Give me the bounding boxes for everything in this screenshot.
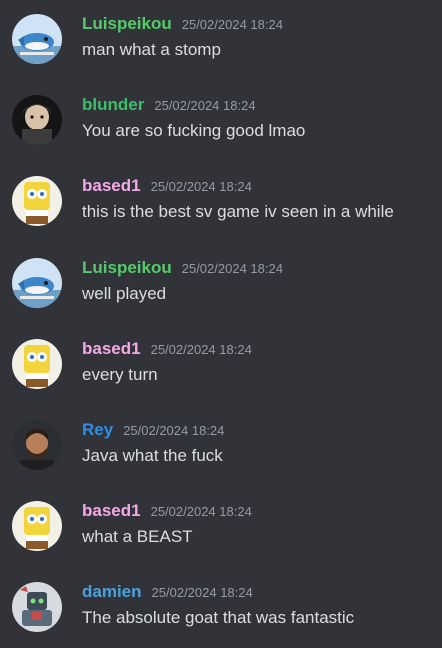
chat-message[interactable]: Luispeikou 25/02/2024 18:24 man what a s…: [0, 0, 442, 80]
message-content: every turn: [82, 365, 158, 384]
chat-message[interactable]: based1 25/02/2024 18:24 every turn: [0, 325, 442, 405]
message-content: The absolute goat that was fantastic: [82, 608, 355, 627]
man-portrait-avatar[interactable]: [12, 420, 62, 470]
chat-message[interactable]: Rey 25/02/2024 18:24 Java what the fuck: [0, 406, 442, 486]
message-content: You are so fucking good lmao: [82, 121, 306, 140]
timestamp: 25/02/2024 18:24: [154, 98, 256, 113]
username[interactable]: blunder: [82, 95, 144, 115]
timestamp: 25/02/2024 18:24: [123, 423, 225, 438]
fish-sleeping-avatar[interactable]: [12, 258, 62, 308]
username[interactable]: Luispeikou: [82, 258, 172, 278]
timestamp: 25/02/2024 18:24: [150, 179, 252, 194]
username[interactable]: damien: [82, 582, 142, 602]
timestamp: 25/02/2024 18:24: [151, 585, 253, 600]
chat-message-list: Luispeikou 25/02/2024 18:24 man what a s…: [0, 0, 442, 646]
spongebob-avatar[interactable]: [12, 176, 62, 226]
fish-sleeping-avatar[interactable]: [12, 14, 62, 64]
username[interactable]: based1: [82, 339, 141, 359]
message-content: man what a stomp: [82, 40, 221, 59]
timestamp: 25/02/2024 18:24: [150, 504, 252, 519]
username[interactable]: Rey: [82, 420, 113, 440]
chat-message[interactable]: Luispeikou 25/02/2024 18:24 well played: [0, 244, 442, 324]
message-content: well played: [82, 284, 167, 303]
chat-message[interactable]: based1 25/02/2024 18:24 this is the best…: [0, 162, 442, 242]
chat-message[interactable]: damien 25/02/2024 18:24 The absolute goa…: [0, 568, 442, 648]
dark-anime-avatar[interactable]: [12, 95, 62, 145]
message-content: this is the best sv game iv seen in a wh…: [82, 202, 394, 221]
username[interactable]: based1: [82, 501, 141, 521]
chat-message[interactable]: blunder 25/02/2024 18:24 You are so fuck…: [0, 81, 442, 161]
timestamp: 25/02/2024 18:24: [150, 342, 252, 357]
username[interactable]: based1: [82, 176, 141, 196]
message-content: Java what the fuck: [82, 446, 223, 465]
message-content: what a BEAST: [82, 527, 193, 546]
timestamp: 25/02/2024 18:24: [181, 17, 283, 32]
chat-message[interactable]: based1 25/02/2024 18:24 what a BEAST: [0, 487, 442, 567]
username[interactable]: Luispeikou: [82, 14, 172, 34]
timestamp: 25/02/2024 18:24: [181, 261, 283, 276]
robot-avatar[interactable]: [12, 582, 62, 632]
spongebob-avatar[interactable]: [12, 339, 62, 389]
spongebob-avatar[interactable]: [12, 501, 62, 551]
